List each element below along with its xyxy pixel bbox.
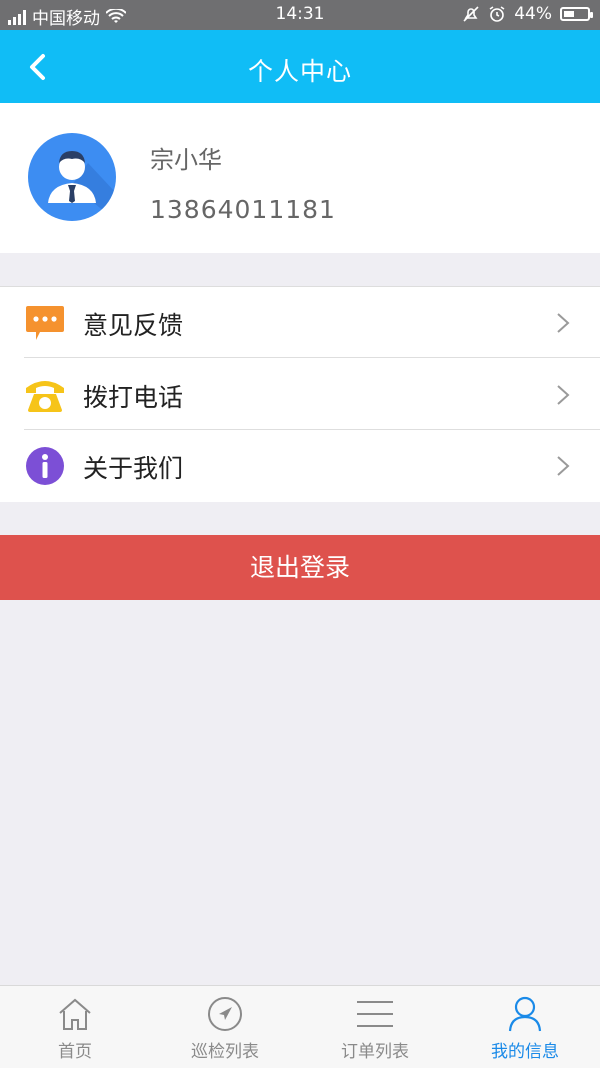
status-bar: 中国移动 14:31 44%: [0, 0, 600, 30]
navigation-icon: [208, 997, 242, 1031]
alarm-clock-icon: [489, 6, 505, 22]
tab-label: 巡检列表: [191, 1042, 259, 1062]
menu-item-label: 关于我们: [83, 454, 184, 483]
tab-my-info[interactable]: 我的信息: [450, 986, 600, 1068]
tab-label: 首页: [58, 1042, 92, 1062]
tab-label: 我的信息: [491, 1042, 559, 1062]
info-icon: [26, 447, 64, 485]
chevron-right-icon: [557, 385, 570, 405]
chevron-right-icon: [557, 456, 570, 476]
user-icon: [508, 996, 542, 1032]
logout-button[interactable]: 退出登录: [0, 535, 600, 600]
divider: [24, 357, 600, 358]
home-icon: [59, 998, 91, 1030]
tab-order-list[interactable]: 订单列表: [300, 986, 450, 1068]
mute-bell-icon: [463, 6, 479, 22]
menu-item-feedback[interactable]: 意见反馈: [0, 287, 600, 358]
page-title: 个人中心: [247, 57, 352, 86]
tab-patrol-list[interactable]: 巡检列表: [150, 986, 300, 1068]
chat-bubble-icon: [26, 306, 64, 340]
menu-item-about[interactable]: 关于我们: [0, 430, 600, 501]
tab-label: 订单列表: [341, 1042, 409, 1062]
profile-card: 宗小华 13864011181: [0, 103, 600, 253]
chevron-right-icon: [557, 313, 570, 333]
settings-menu: 意见反馈 拨打电话 关于我们: [0, 286, 600, 502]
tab-home[interactable]: 首页: [0, 986, 150, 1068]
bottom-tab-bar: 首页 巡检列表 订单列表 我的信息: [0, 985, 600, 1068]
user-avatar-icon: [28, 133, 116, 221]
battery-level: [564, 11, 574, 17]
menu-item-label: 意见反馈: [83, 311, 184, 340]
menu-item-label: 拨打电话: [83, 383, 184, 412]
user-phone: 13864011181: [150, 195, 336, 224]
status-right: 44%: [462, 4, 593, 24]
battery-icon: [560, 7, 593, 21]
telephone-icon: [26, 381, 64, 412]
battery-percent: 44%: [514, 4, 552, 24]
list-icon: [357, 1001, 393, 1027]
menu-item-call[interactable]: 拨打电话: [0, 359, 600, 430]
user-name: 宗小华: [150, 146, 222, 174]
app-header: 个人中心: [0, 30, 600, 103]
